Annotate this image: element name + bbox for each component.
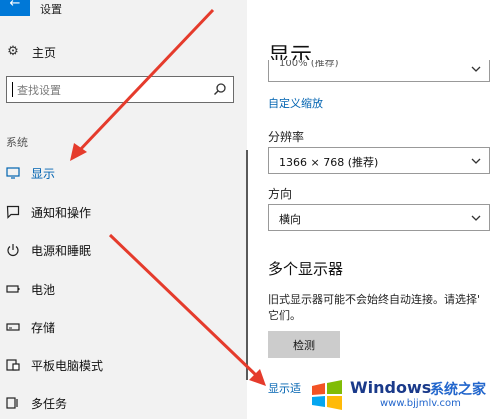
nav-item-display[interactable]: 显示 xyxy=(0,161,240,185)
watermark-url: www.bjjmlv.com xyxy=(380,398,461,409)
nav-item-battery[interactable]: 电池 xyxy=(0,277,240,301)
text-caret xyxy=(12,82,13,97)
search-placeholder: 查找设置 xyxy=(17,84,61,97)
description-line: 它们。 xyxy=(268,309,301,322)
nav-item-tablet-mode[interactable]: 平板电脑模式 xyxy=(0,353,240,377)
description-line: 旧式显示器可能不会始终自动连接。请选择' xyxy=(268,293,481,306)
window-title: 设置 xyxy=(40,3,62,16)
home-nav-item[interactable]: ⚙ 主页 xyxy=(6,42,56,62)
scale-dropdown[interactable]: 100% (推荐) xyxy=(268,60,490,82)
windows-logo-icon xyxy=(312,380,342,410)
scale-value: 100% (推荐) xyxy=(279,60,339,69)
tablet-mode-icon xyxy=(6,359,20,371)
search-icon[interactable] xyxy=(213,82,227,96)
storage-icon xyxy=(6,323,20,331)
search-box[interactable]: 查找设置 xyxy=(6,76,234,103)
nav-item-power[interactable]: 电源和睡眠 xyxy=(0,238,240,262)
detect-button[interactable]: 检测 xyxy=(268,331,340,358)
chevron-down-icon xyxy=(471,66,481,72)
nav-item-label: 电池 xyxy=(31,282,56,297)
orientation-label: 方向 xyxy=(268,187,293,201)
chevron-down-icon xyxy=(471,158,481,164)
nav-item-multitasking[interactable]: 多任务 xyxy=(0,391,240,415)
watermark-brand: Windows xyxy=(350,378,432,397)
group-label-system: 系统 xyxy=(6,136,28,149)
settings-nav-pane: ← 设置 ⚙ 主页 查找设置 系统 显示 通知和操作 电源和睡眠 电池 存储 平… xyxy=(0,0,248,419)
multi-display-description: 旧式显示器可能不会始终自动连接。请选择' 它们。 xyxy=(268,292,500,324)
notification-icon xyxy=(6,205,20,219)
nav-item-label: 多任务 xyxy=(31,396,68,411)
title-bar: ← 设置 xyxy=(0,0,247,22)
watermark-brand-cn: 系统之家 xyxy=(430,382,486,398)
battery-icon xyxy=(6,285,20,293)
back-arrow-icon: ← xyxy=(9,0,21,11)
back-button[interactable]: ← xyxy=(0,0,30,16)
nav-item-label: 电源和睡眠 xyxy=(31,243,92,258)
nav-item-label: 通知和操作 xyxy=(31,205,92,220)
resolution-dropdown[interactable]: 1366 × 768 (推荐) xyxy=(268,147,490,174)
nav-item-label: 显示 xyxy=(31,166,56,181)
chevron-down-icon xyxy=(471,215,481,221)
resolution-label: 分辨率 xyxy=(268,130,305,144)
power-icon xyxy=(7,244,19,257)
custom-scaling-link[interactable]: 自定义缩放 xyxy=(268,95,323,111)
resolution-value: 1366 × 768 (推荐) xyxy=(279,156,379,169)
display-settings-pane: 显示 100% (推荐) 自定义缩放 分辨率 1366 × 768 (推荐) 方… xyxy=(250,0,500,419)
multitasking-icon xyxy=(6,397,18,409)
home-label: 主页 xyxy=(32,45,57,60)
gear-icon: ⚙ xyxy=(7,44,19,59)
nav-item-storage[interactable]: 存储 xyxy=(0,315,240,339)
monitor-icon xyxy=(6,167,20,179)
advanced-display-link[interactable]: 显示适 xyxy=(268,380,301,396)
orientation-value: 横向 xyxy=(279,213,301,226)
nav-item-notifications[interactable]: 通知和操作 xyxy=(0,200,240,224)
watermark: Windows 系统之家 www.bjjmlv.com xyxy=(310,374,500,419)
multi-display-heading: 多个显示器 xyxy=(268,260,344,278)
nav-item-label: 平板电脑模式 xyxy=(31,358,104,373)
pane-scrollbar[interactable] xyxy=(246,150,248,380)
orientation-dropdown[interactable]: 横向 xyxy=(268,204,490,231)
nav-item-label: 存储 xyxy=(31,320,56,335)
